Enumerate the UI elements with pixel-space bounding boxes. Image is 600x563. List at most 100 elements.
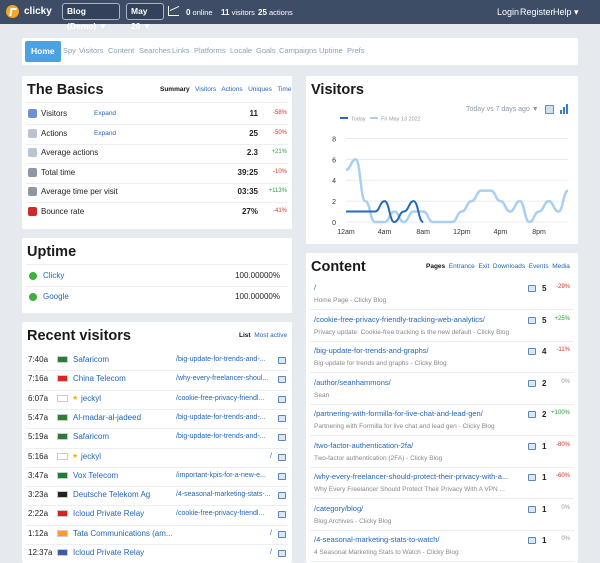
page-icon[interactable] xyxy=(528,411,536,418)
visitor-row[interactable]: 5:16a ★ jeckyl / xyxy=(26,448,288,467)
page-icon[interactable] xyxy=(278,530,286,538)
login-link[interactable]: Login xyxy=(497,7,519,17)
tab-spy[interactable]: Spy xyxy=(63,46,76,55)
tab-basics-visitors[interactable]: Visitors xyxy=(195,86,216,93)
tab-basics-actions[interactable]: Actions xyxy=(221,86,242,93)
online-count[interactable]: 0 online xyxy=(186,8,213,17)
page-icon[interactable] xyxy=(528,442,536,450)
page-icon[interactable] xyxy=(278,434,286,442)
tab-list[interactable]: List xyxy=(239,332,251,339)
expand-link[interactable]: Expand xyxy=(94,130,116,137)
page-icon[interactable] xyxy=(278,376,286,384)
page-icon[interactable] xyxy=(528,348,536,355)
visitor-name[interactable]: jeckyl xyxy=(81,452,101,461)
tab-prefs[interactable]: Prefs xyxy=(347,46,365,55)
bar-chart-icon[interactable] xyxy=(560,104,570,114)
uptime-name[interactable]: Clicky xyxy=(43,271,64,280)
content-url-link[interactable]: /two-factor-authentication-2fa/ xyxy=(314,441,518,450)
content-url-link[interactable]: /category/blog/ xyxy=(314,504,518,513)
tab-pages[interactable]: Pages xyxy=(426,263,445,270)
tab-media[interactable]: Media xyxy=(552,263,570,270)
page-icon[interactable] xyxy=(278,550,286,557)
visitor-name[interactable]: Tata Communications (am... xyxy=(73,529,173,538)
visitors-count[interactable]: 11 visitors xyxy=(221,8,255,17)
page-icon[interactable] xyxy=(528,379,536,387)
content-url-link[interactable]: /partnering-with-formilla-for-live-chat-… xyxy=(314,409,518,418)
tab-goals[interactable]: Goals xyxy=(256,46,276,55)
visitor-row[interactable]: 5:47a Al-madar-al-jadeed/big-update-for-t… xyxy=(26,409,288,428)
page-icon[interactable] xyxy=(528,474,536,481)
page-icon[interactable] xyxy=(278,357,286,364)
visitor-row[interactable]: 7:16a China Telecom/why-every-freelancer-… xyxy=(26,370,288,389)
site-selector[interactable]: Blog (Demo) ▼ xyxy=(62,3,120,31)
tab-content[interactable]: Content xyxy=(108,46,134,55)
page-icon[interactable] xyxy=(278,414,286,422)
visitor-name[interactable]: Icloud Private Relay xyxy=(73,548,144,557)
tab-uptime[interactable]: Uptime xyxy=(319,46,343,55)
visitor-page-link[interactable]: /cookie-free-privacy-friendl... xyxy=(176,510,272,517)
content-url-link[interactable]: /cookie-free-privacy-friendly-tracking-w… xyxy=(314,315,518,324)
page-icon[interactable] xyxy=(278,395,286,403)
page-icon[interactable] xyxy=(528,537,536,544)
page-icon[interactable] xyxy=(278,453,286,461)
visitor-row[interactable]: 7:40a Safaricom/big-update-for-trends-and… xyxy=(26,351,288,370)
visitor-row[interactable]: 1:12a Tata Communications (am... / xyxy=(26,525,288,544)
visitor-page-link[interactable]: /big-update-for-trends-and-... xyxy=(176,433,272,440)
tab-summary[interactable]: Summary xyxy=(160,86,190,93)
page-icon[interactable] xyxy=(278,472,286,480)
visitor-name[interactable]: jeckyl xyxy=(81,394,101,403)
visitor-page-link[interactable]: /big-update-for-trends-and-... xyxy=(176,414,272,421)
visitor-name[interactable]: Vox Telecom xyxy=(73,471,118,480)
export-icon[interactable] xyxy=(545,105,554,114)
visitor-name[interactable]: Icloud Private Relay xyxy=(73,509,144,518)
visitor-page-link[interactable]: /4-seasonal-marketing-stats-... xyxy=(176,491,272,498)
page-icon[interactable] xyxy=(278,492,286,500)
tab-exit[interactable]: Exit xyxy=(478,263,489,270)
content-url-link[interactable]: /why-every-freelancer-should-protect-the… xyxy=(314,472,518,481)
content-url-link[interactable]: /author/seanhammons/ xyxy=(314,378,518,387)
visitor-page-link[interactable]: /why-every-freelancer-shoul... xyxy=(176,375,272,382)
visitor-page-link[interactable]: /important-kpis-for-a-new-e... xyxy=(176,472,272,479)
visitor-page-link[interactable]: /big-update-for-trends-and-... xyxy=(176,356,272,363)
visitor-page-link[interactable]: / xyxy=(176,530,272,537)
uptime-name[interactable]: Google xyxy=(43,292,69,301)
tab-basics-uniques[interactable]: Uniques xyxy=(248,86,272,93)
content-url-link[interactable]: / xyxy=(314,283,518,292)
visitor-name[interactable]: China Telecom xyxy=(73,374,126,383)
page-icon[interactable] xyxy=(528,316,536,324)
tab-campaigns[interactable]: Campaigns xyxy=(279,46,317,55)
tab-home[interactable]: Home xyxy=(25,41,61,62)
visitor-page-link[interactable]: / xyxy=(176,453,272,460)
tab-events[interactable]: Events xyxy=(529,263,549,270)
brand-name[interactable]: clicky xyxy=(24,6,52,17)
visitor-name[interactable]: Al-madar-al-jadeed xyxy=(73,413,141,422)
date-selector[interactable]: May 20 ▼ xyxy=(126,3,164,31)
visitor-row[interactable]: 3:23a Deutsche Telekom Ag/4-seasonal-mark… xyxy=(26,486,288,505)
tab-platforms[interactable]: Platforms xyxy=(194,46,226,55)
page-icon[interactable] xyxy=(278,511,286,519)
register-link[interactable]: Register xyxy=(520,7,554,17)
visitor-name[interactable]: Safaricom xyxy=(73,355,109,364)
visitor-name[interactable]: Deutsche Telekom Ag xyxy=(73,490,150,499)
page-icon[interactable] xyxy=(528,505,536,513)
visitor-page-link[interactable]: /cookie-free-privacy-friendl... xyxy=(176,395,272,402)
content-url-link[interactable]: /big-update-for-trends-and-graphs/ xyxy=(314,346,518,355)
visitor-page-link[interactable]: / xyxy=(176,549,272,556)
tab-searches[interactable]: Searches xyxy=(139,46,171,55)
tab-basics-time[interactable]: Time xyxy=(277,86,291,93)
expand-link[interactable]: Expand xyxy=(94,110,116,117)
tab-downloads[interactable]: Downloads xyxy=(493,263,525,270)
tab-visitors[interactable]: Visitors xyxy=(79,46,103,55)
actions-count[interactable]: 25 actions xyxy=(258,8,293,17)
compare-selector[interactable]: Today vs 7 days ago ▼ xyxy=(466,106,539,113)
visitor-row[interactable]: 12:37a Icloud Private Relay / xyxy=(26,544,288,563)
visitor-row[interactable]: 5:19a Safaricom/big-update-for-trends-and… xyxy=(26,428,288,447)
visitor-row[interactable]: 3:47a Vox Telecom/important-kpis-for-a-ne… xyxy=(26,467,288,486)
page-icon[interactable] xyxy=(528,285,536,292)
tab-links[interactable]: Links xyxy=(172,46,190,55)
tab-most-active[interactable]: Most active xyxy=(254,332,287,339)
clicky-logo-icon[interactable] xyxy=(6,5,19,18)
content-url-link[interactable]: /4-seasonal-marketing-stats-to-watch/ xyxy=(314,535,518,544)
visitor-row[interactable]: 2:22a Icloud Private Relay/cookie-free-pr… xyxy=(26,505,288,524)
visitor-name[interactable]: Safaricom xyxy=(73,432,109,441)
